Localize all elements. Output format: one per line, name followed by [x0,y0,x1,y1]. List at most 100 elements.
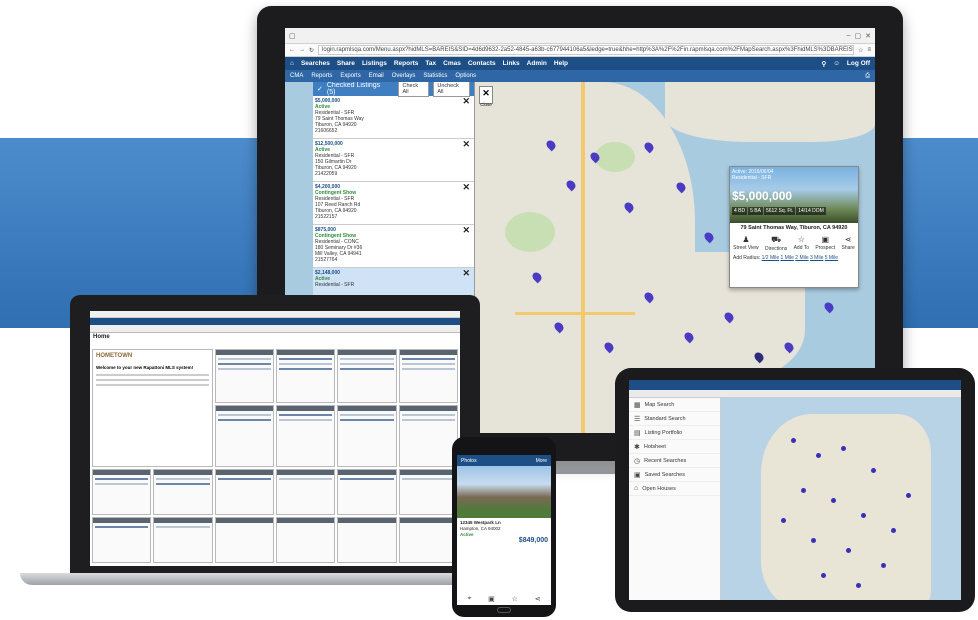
nav-recent-searches[interactable]: ◷ Recent Searches [629,454,720,468]
share-button[interactable]: ⋖ Share [841,235,854,252]
radius-5-mile[interactable]: 5 Mile [825,255,838,261]
tool-options[interactable]: Options [455,73,476,79]
remove-icon[interactable]: ✕ [462,140,470,149]
widget [337,405,397,467]
nav-open-houses[interactable]: ⌂ Open Houses [629,482,720,496]
map-pin[interactable] [822,300,836,314]
search-icon[interactable]: ⚲ [821,60,826,68]
map-pin[interactable] [891,528,896,533]
radius-1-mile[interactable]: 1 Mile [781,255,794,261]
radius-3-mile[interactable]: 3 Mile [810,255,823,261]
menu-listings[interactable]: Listings [362,60,387,67]
directions-button[interactable]: ⛟ Directions [765,235,787,252]
phone-more-button[interactable]: More [536,458,547,464]
flame-icon: ✱ [634,443,640,451]
popup-photo[interactable]: Active: 2016/06/04 Residential - SFR $5,… [730,167,858,223]
menu-reports[interactable]: Reports [394,60,419,67]
map-pin[interactable] [791,438,796,443]
back-icon[interactable]: ← [289,47,295,53]
widget [214,517,274,563]
menu-links[interactable]: Links [503,60,520,67]
map-pin[interactable] [702,230,716,244]
listing-row[interactable]: ✕ $5,000,000 Active Residential - SFR 79… [313,96,474,139]
photo-icon[interactable]: ▣ [488,595,495,603]
close-icon[interactable]: ✕ [865,32,871,40]
user-icon[interactable]: ☺ [833,60,840,67]
add-to-button[interactable]: ☆ Add To [794,235,809,252]
menu-admin[interactable]: Admin [527,60,547,67]
clock-icon: ◷ [634,457,641,465]
map-pin[interactable] [846,548,851,553]
tablet-map[interactable] [721,398,961,600]
remove-icon[interactable]: ✕ [462,269,470,278]
forward-icon[interactable]: → [299,47,305,53]
url-field[interactable]: login.rapmlsqa.com/Menu.aspx?hidMLS=BARE… [318,45,855,55]
menu-help[interactable]: Help [554,60,568,67]
nav-listing-portfolio[interactable]: ▤ Listing Portfolio [629,426,720,440]
car-icon: ⛟ [771,235,782,244]
listing-photo[interactable] [457,466,551,518]
popup-address[interactable]: 79 Saint Thomas Way, Tiburon, CA 94920 [730,223,858,233]
map-pin[interactable] [781,518,786,523]
listing-row[interactable]: ✕ $12,500,000 Active Residential - SFR 1… [313,139,474,182]
remove-icon[interactable]: ✕ [462,226,470,235]
menu-share[interactable]: Share [337,60,355,67]
nav-standard-search[interactable]: ☰ Standard Search [629,412,720,426]
map-pin[interactable] [821,573,826,578]
tool-cma[interactable]: CMA [290,73,303,79]
uncheck-all-button[interactable]: Uncheck All [433,82,470,97]
popup-dom: 14/14 DOM [796,207,826,215]
tool-exports[interactable]: Exports [340,73,360,79]
nav-hotsheet[interactable]: ✱ Hotsheet [629,440,720,454]
listing-row[interactable]: ✕ $4,200,000 Contingent Show Residential… [313,182,474,225]
radius-half-mile[interactable]: 1/2 Mile [762,255,780,261]
tool-statistics[interactable]: Statistics [423,73,447,79]
menu-contacts[interactable]: Contacts [468,60,496,67]
map-pin[interactable] [881,563,886,568]
nav-map-search[interactable]: ▦ Map Search [629,398,720,412]
menu-tax[interactable]: Tax [425,60,436,67]
bookmark-star-icon[interactable]: ☆ [858,47,863,54]
phone-action-bar: ⌖ ▣ ☆ ⋖ [459,595,549,603]
laptop-search-bar[interactable] [90,325,460,333]
map-pin[interactable] [906,493,911,498]
check-all-button[interactable]: Check All [398,82,430,97]
results-toolbar: CMA Reports Exports Email Overlays Stati… [285,70,875,82]
prospect-button[interactable]: ▣ Prospect [815,235,835,252]
remove-icon[interactable]: ✕ [462,183,470,192]
remove-icon[interactable]: ✕ [462,97,470,106]
map-pin[interactable] [801,488,806,493]
home-icon[interactable]: ⌂ [290,60,294,67]
checked-listings-header: ✓ Checked Listings (5) Check All Uncheck… [313,82,474,97]
map-pin[interactable] [871,468,876,473]
map-pin[interactable] [811,538,816,543]
map-pin[interactable] [861,513,866,518]
tool-overlays[interactable]: Overlays [392,73,416,79]
map-pin[interactable] [856,583,861,588]
laptop: Home HOMETOWN Welcome to your new Rapatt… [70,295,480,573]
menu-icon[interactable]: ≡ [867,47,871,53]
map-pin[interactable] [841,446,846,451]
map-pin[interactable] [831,498,836,503]
nav-saved-searches[interactable]: ▣ Saved Searches [629,468,720,482]
star-icon[interactable]: ☆ [512,595,518,603]
street-view-button[interactable]: ♟ Street View [733,235,758,252]
radius-2-mile[interactable]: 2 Mile [795,255,808,261]
print-icon[interactable]: ⎙ [865,73,870,80]
reload-icon[interactable]: ↻ [309,47,314,54]
tool-reports[interactable]: Reports [311,73,332,79]
tool-email[interactable]: Email [369,73,384,79]
phone-tab-label[interactable]: Photos [461,458,477,464]
map-pin[interactable] [816,453,821,458]
maximize-icon[interactable]: ▢ [855,32,862,40]
map-icon[interactable]: ⌖ [467,595,471,603]
logoff-link[interactable]: Log Off [847,60,870,67]
minimize-icon[interactable]: – [847,32,851,39]
window-icon: ▢ [289,32,296,40]
share-icon[interactable]: ⋖ [535,595,541,603]
widget [153,469,213,515]
menu-cmas[interactable]: Cmas [443,60,461,67]
listing-row[interactable]: ✕ $875,000 Contingent Show Residential -… [313,225,474,268]
close-panel-button[interactable]: ✕ Close [479,86,493,107]
menu-searches[interactable]: Searches [301,60,330,67]
